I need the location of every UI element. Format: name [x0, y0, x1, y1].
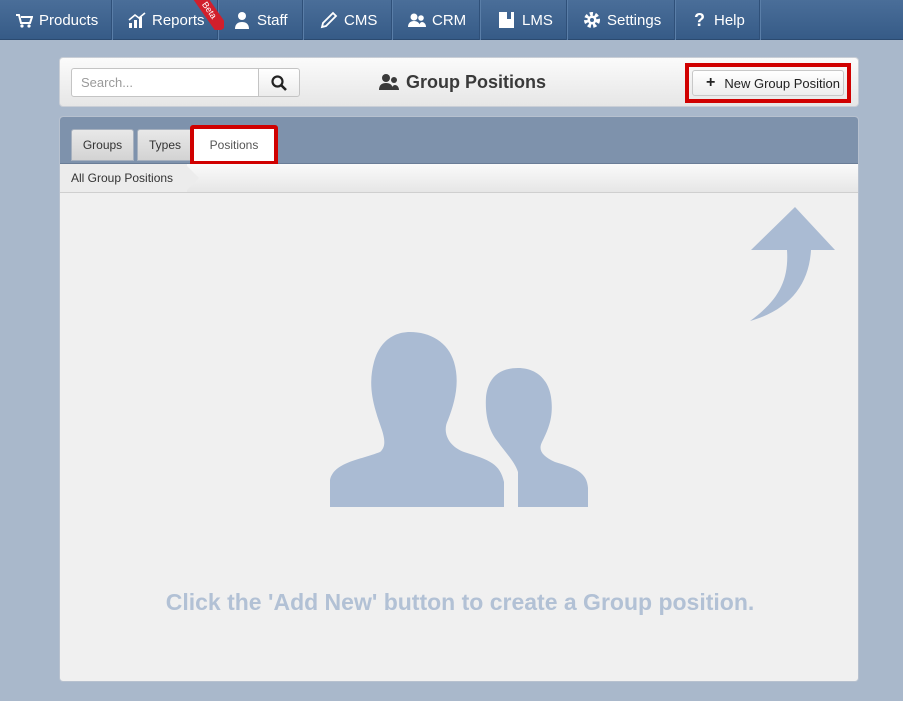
breadcrumb[interactable]: All Group Positions	[60, 164, 188, 192]
tab-bar: Groups Types Positions	[60, 117, 858, 165]
chart-icon	[128, 11, 146, 29]
page-title: Group Positions	[378, 71, 546, 93]
tab-positions[interactable]: Positions	[190, 125, 278, 165]
beta-badge: Beta	[184, 0, 224, 30]
nav-products-label: Products	[39, 11, 99, 29]
gear-icon	[583, 11, 601, 29]
empty-state-message: Click the 'Add New' button to create a G…	[165, 589, 755, 615]
nav-help-label: Help	[714, 11, 745, 29]
nav-settings[interactable]: Settings	[567, 0, 675, 40]
nav-crm[interactable]: CRM	[392, 0, 480, 40]
nav-cms[interactable]: CMS	[303, 0, 392, 40]
curved-arrow-icon	[750, 207, 835, 321]
nav-staff[interactable]: Staff	[218, 0, 303, 40]
question-icon: ?	[694, 10, 705, 30]
cart-icon	[15, 11, 33, 29]
nav-lms-label: LMS	[522, 11, 553, 29]
group-icon	[379, 74, 399, 90]
book-icon	[498, 11, 516, 29]
people-icon	[408, 11, 426, 29]
tab-groups[interactable]: Groups	[71, 129, 134, 161]
sub-navigation: All Group Positions	[60, 164, 858, 193]
new-group-position-button[interactable]: + New Group Position	[692, 70, 844, 96]
main-panel: Groups Types Positions All Group Positio…	[59, 116, 859, 682]
search-icon	[271, 74, 287, 91]
nav-products[interactable]: Products	[0, 0, 112, 40]
page-title-text: Group Positions	[406, 71, 547, 92]
nav-cms-label: CMS	[344, 11, 378, 29]
person-icon	[233, 11, 251, 29]
nav-lms[interactable]: LMS	[480, 0, 567, 40]
new-button-label: New Group Position	[724, 75, 840, 91]
top-navigation: Products Reports Staff CMS CRM LMS Setti…	[0, 0, 903, 40]
nav-staff-label: Staff	[257, 11, 288, 29]
search-button[interactable]	[258, 68, 300, 97]
tab-types[interactable]: Types	[137, 129, 193, 161]
breadcrumb-arrow	[185, 164, 199, 192]
search-input[interactable]	[71, 68, 260, 97]
plus-icon: +	[706, 74, 716, 91]
pencil-icon	[320, 11, 338, 29]
nav-settings-label: Settings	[607, 11, 662, 29]
nav-crm-label: CRM	[432, 11, 467, 29]
page-header: Group Positions + New Group Position	[59, 57, 859, 107]
group-placeholder-icon	[330, 332, 588, 507]
new-button-highlight: + New Group Position	[685, 63, 851, 103]
nav-help[interactable]: ? Help	[675, 0, 760, 40]
